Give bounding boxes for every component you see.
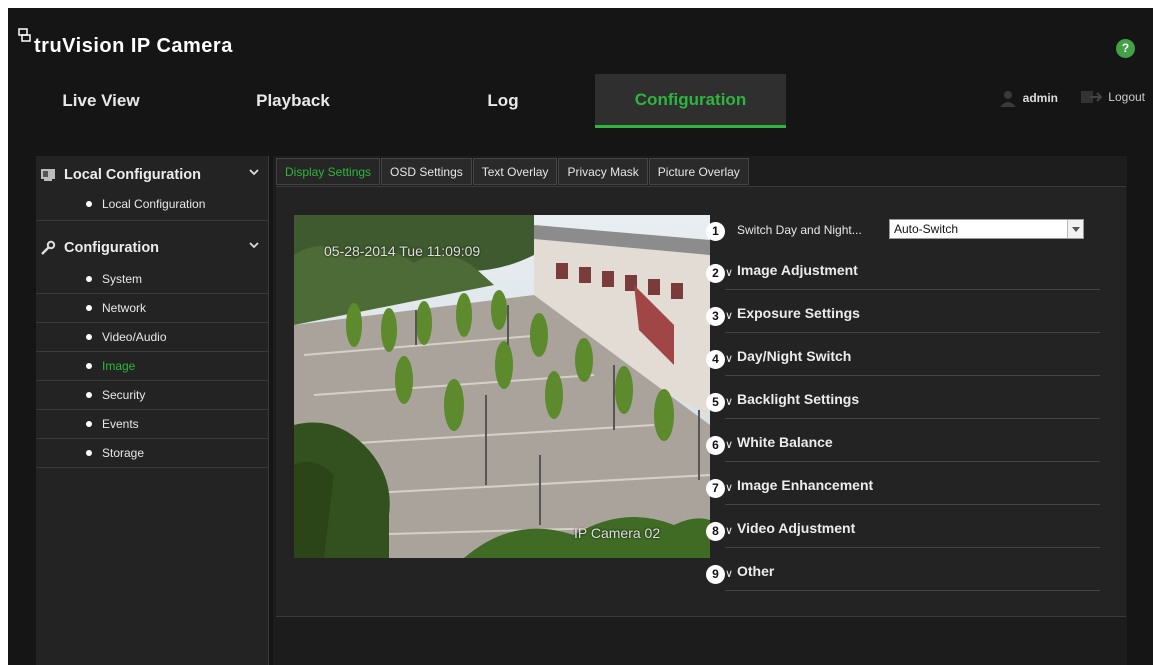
callout-number-4: 4 — [706, 350, 725, 369]
wrench-icon — [41, 240, 56, 255]
user-info: admin — [999, 89, 1058, 107]
sidebar-section-label: Local Configuration — [64, 167, 201, 183]
sidebar-item-label: Storage — [102, 446, 145, 460]
sidebar-item-label: System — [102, 272, 143, 286]
sidebar-section-local-configuration[interactable]: Local Configuration — [36, 160, 269, 190]
bullet-icon — [86, 305, 92, 311]
local-config-icon — [41, 169, 55, 181]
sidebar-item-security[interactable]: Security — [36, 381, 269, 410]
callout-number-9: 9 — [706, 565, 725, 584]
sidebar: Local Configuration Local Configuration … — [36, 156, 269, 665]
sidebar-item-label: Image — [102, 359, 136, 373]
tab-picture-overlay[interactable]: Picture Overlay — [648, 158, 749, 185]
chevron-down-icon — [249, 242, 259, 249]
logout-icon — [1081, 91, 1103, 103]
bullet-icon — [86, 276, 92, 282]
accordion-label: Image Enhancement — [737, 477, 874, 493]
accordion-video-adjustment[interactable]: ∨ Video Adjustment — [725, 505, 1100, 548]
app-title: truVision IP Camera — [34, 35, 233, 57]
chevron-down-icon: ∨ — [725, 568, 734, 580]
tab-log[interactable]: Log — [448, 74, 558, 128]
chevron-down-icon: ∨ — [725, 310, 734, 322]
panel-footer — [276, 616, 1126, 665]
accordion-label: Backlight Settings — [737, 391, 860, 407]
sidebar-item-local-configuration[interactable]: Local Configuration — [36, 189, 269, 218]
sidebar-item-label: Security — [102, 388, 146, 402]
switch-day-night-label: Switch Day and Night... — [737, 223, 862, 237]
camera-logo-icon — [18, 28, 31, 42]
accordion-other[interactable]: ∨ Other — [725, 548, 1100, 591]
chevron-down-icon: ∨ — [725, 482, 734, 494]
callout-number-1: 1 — [706, 222, 725, 241]
sidebar-item-label: Video/Audio — [102, 330, 167, 344]
sidebar-item-label: Network — [102, 301, 147, 315]
accordion-label: Exposure Settings — [737, 305, 860, 321]
bullet-icon — [86, 392, 92, 398]
tab-text-overlay[interactable]: Text Overlay — [472, 158, 558, 185]
sidebar-section-configuration[interactable]: Configuration — [36, 233, 269, 263]
osd-datetime: 05-28-2014 Tue 11:09:09 — [324, 243, 481, 259]
sidebar-item-storage[interactable]: Storage — [36, 439, 269, 468]
sidebar-item-label: Events — [102, 417, 139, 431]
tab-osd-settings[interactable]: OSD Settings — [381, 158, 472, 185]
callout-number-8: 8 — [706, 522, 725, 541]
callout-number-5: 5 — [706, 393, 725, 412]
sidebar-section-label: Configuration — [64, 240, 160, 256]
osd-camera-name: IP Camera 02 — [574, 525, 661, 541]
sub-tabs: Display Settings OSD Settings Text Overl… — [276, 158, 750, 185]
divider — [36, 220, 269, 221]
accordion-exposure-settings[interactable]: ∨ Exposure Settings — [725, 290, 1100, 333]
sidebar-item-system[interactable]: System — [36, 265, 269, 294]
chevron-down-icon — [249, 169, 259, 176]
chevron-down-icon: ∨ — [725, 396, 734, 408]
accordion-label: Other — [737, 563, 775, 579]
video-preview[interactable]: 05-28-2014 Tue 11:09:09 IP Camera 02 — [294, 215, 710, 558]
sidebar-item-video-audio[interactable]: Video/Audio — [36, 323, 269, 352]
callout-number-6: 6 — [706, 436, 725, 455]
tab-playback[interactable]: Playback — [238, 74, 348, 128]
accordion-label: Image Adjustment — [737, 262, 858, 278]
tab-privacy-mask[interactable]: Privacy Mask — [558, 158, 648, 185]
bullet-icon — [86, 334, 92, 340]
sidebar-item-label: Local Configuration — [102, 196, 206, 211]
help-icon[interactable]: ? — [1116, 39, 1135, 58]
accordion-day-night-switch[interactable]: ∨ Day/Night Switch — [725, 333, 1100, 376]
camera-image — [294, 215, 710, 558]
tab-display-settings[interactable]: Display Settings — [276, 158, 381, 185]
bullet-icon — [86, 200, 92, 207]
callout-number-3: 3 — [706, 307, 725, 326]
callout-number-2: 2 — [706, 264, 725, 283]
tab-configuration[interactable]: Configuration — [595, 74, 786, 128]
sidebar-item-image[interactable]: Image — [36, 352, 269, 381]
callout-number-7: 7 — [706, 479, 725, 498]
bullet-icon — [86, 363, 92, 369]
accordion-image-adjustment[interactable]: ∨ Image Adjustment — [725, 247, 1100, 290]
accordion-image-enhancement[interactable]: ∨ Image Enhancement — [725, 462, 1100, 505]
bullet-icon — [86, 421, 92, 427]
logout-button[interactable]: Logout — [1080, 89, 1145, 105]
sidebar-item-events[interactable]: Events — [36, 410, 269, 439]
chevron-down-icon: ∨ — [725, 267, 734, 279]
accordion-label: Video Adjustment — [737, 520, 856, 536]
top-navigation: Live View Playback Log Configuration — [8, 74, 1153, 128]
chevron-down-icon: ∨ — [725, 353, 734, 365]
logout-label: Logout — [1108, 90, 1145, 104]
sidebar-item-network[interactable]: Network — [36, 294, 269, 323]
content-panel: Display Settings OSD Settings Text Overl… — [273, 156, 1127, 665]
chevron-down-icon: ∨ — [725, 525, 734, 537]
user-icon — [999, 91, 1016, 107]
bullet-icon — [86, 450, 92, 456]
accordion-backlight-settings[interactable]: ∨ Backlight Settings — [725, 376, 1100, 419]
chevron-down-icon: ∨ — [725, 439, 734, 451]
accordion-white-balance[interactable]: ∨ White Balance — [725, 419, 1100, 462]
switch-day-night-select[interactable]: Auto-Switch — [889, 219, 1084, 239]
brand: truVision IP Camera — [18, 28, 233, 58]
dropdown-arrow-icon — [1067, 220, 1083, 238]
accordion-label: White Balance — [737, 434, 833, 450]
accordion-label: Day/Night Switch — [737, 348, 852, 364]
select-value: Auto-Switch — [894, 222, 959, 236]
username: admin — [1022, 91, 1058, 105]
app-window: truVision IP Camera ? Live View Playback… — [8, 8, 1153, 665]
tab-live-view[interactable]: Live View — [46, 74, 156, 128]
